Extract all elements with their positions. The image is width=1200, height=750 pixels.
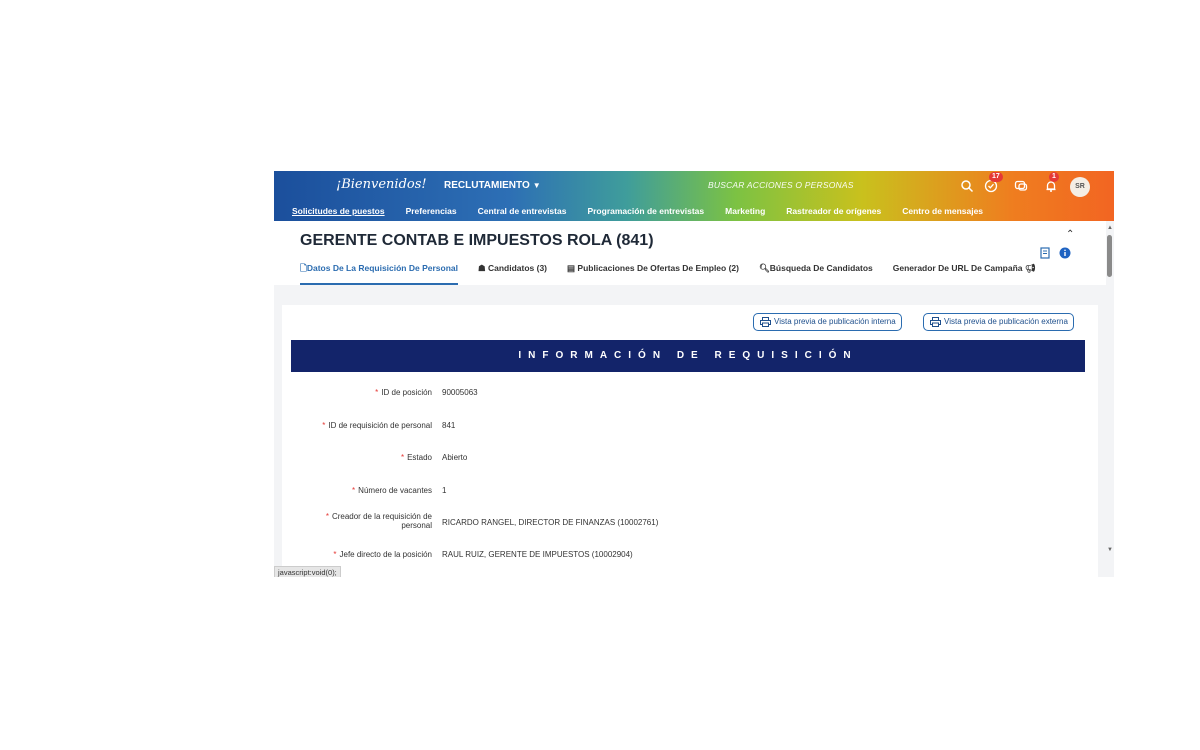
tab-datos-requisicion[interactable]: 🗋Datos De La Requisición De Personal xyxy=(300,263,458,285)
button-label: Vista previa de publicación interna xyxy=(774,317,896,326)
todo-badge: 17 xyxy=(989,172,1003,182)
tab-label: Búsqueda De Candidatos xyxy=(769,263,873,273)
app-window: ¡Bienvenidos! RECLUTAMIENTO ▼ BUSCAR ACCI… xyxy=(274,171,1114,577)
printer-icon xyxy=(930,317,941,327)
tab-generador-url[interactable]: Generador De URL De Campaña 📢︎ xyxy=(893,263,1036,280)
search-icon[interactable] xyxy=(960,179,976,195)
scroll-down-icon[interactable]: ▼ xyxy=(1107,547,1113,553)
megaphone-icon: 📢︎ xyxy=(1022,263,1036,273)
chat-icon[interactable] xyxy=(1014,179,1030,195)
bell-icon[interactable]: 1 xyxy=(1044,172,1060,195)
trash-icon: ▤ xyxy=(567,263,578,273)
notifications-badge: 1 xyxy=(1049,172,1059,182)
field-label: * Creador de la requisición de personal xyxy=(325,512,432,530)
tab-label: Candidatos (3) xyxy=(487,263,548,273)
page-title: GERENTE CONTAB E IMPUESTOS ROLA (841) xyxy=(300,232,654,249)
nav-item-programacion[interactable]: Programación de entrevistas xyxy=(587,206,704,216)
field-label: * Jefe directo de la posición xyxy=(333,550,432,559)
field-value: 1 xyxy=(442,486,447,495)
tab-label: Datos De La Requisición De Personal xyxy=(306,263,458,273)
tab-busqueda[interactable]: 🔍︎Búsqueda De Candidatos xyxy=(759,263,873,280)
field-value: RAUL RUIZ, GERENTE DE IMPUESTOS (1000290… xyxy=(442,550,633,559)
collapse-icon[interactable]: ⌃ xyxy=(1066,229,1074,240)
field-label: * Número de vacantes xyxy=(352,486,432,495)
module-switcher[interactable]: RECLUTAMIENTO ▼ xyxy=(444,180,541,191)
todo-icon[interactable]: 17 xyxy=(984,172,1003,195)
tab-candidatos[interactable]: ☗ Candidatos (3) xyxy=(478,263,547,280)
nav-item-rastreador[interactable]: Rastreador de orígenes xyxy=(786,206,881,216)
people-icon: ☗ xyxy=(478,263,488,273)
field-value: 841 xyxy=(442,421,456,430)
module-label: RECLUTAMIENTO xyxy=(444,180,530,191)
nav-item-central-entrevistas[interactable]: Central de entrevistas xyxy=(478,206,567,216)
document-icon[interactable] xyxy=(1039,247,1051,259)
search-icon: 🔍︎ xyxy=(758,263,770,273)
tab-bar: 🗋Datos De La Requisición De Personal ☗ Ca… xyxy=(300,263,1056,285)
external-preview-button[interactable]: Vista previa de publicación externa xyxy=(923,313,1074,331)
logo: ¡Bienvenidos! xyxy=(336,177,427,192)
top-header: ¡Bienvenidos! RECLUTAMIENTO ▼ BUSCAR ACCI… xyxy=(274,171,1114,221)
button-label: Vista previa de publicación externa xyxy=(944,317,1068,326)
main-nav: Solicitudes de puestos Preferencias Centra… xyxy=(292,206,1004,216)
chevron-down-icon: ▼ xyxy=(532,181,541,190)
nav-item-marketing[interactable]: Marketing xyxy=(725,206,765,216)
section-banner: INFORMACIÓN DE REQUISICIÓN xyxy=(291,340,1085,372)
field-value: 90005063 xyxy=(442,388,478,397)
requisition-panel: Vista previa de publicación interna Vist… xyxy=(282,305,1098,577)
scroll-up-icon[interactable]: ▲ xyxy=(1107,225,1113,231)
field-label: * Estado xyxy=(400,453,432,462)
tab-label: Generador De URL De Campaña xyxy=(892,263,1023,273)
search-input[interactable]: BUSCAR ACCIONES O PERSONAS xyxy=(708,180,854,190)
nav-item-solicitudes[interactable]: Solicitudes de puestos xyxy=(292,206,385,216)
field-value: RICARDO RANGEL, DIRECTOR DE FINANZAS (10… xyxy=(442,518,659,527)
nav-item-preferencias[interactable]: Preferencias xyxy=(406,206,457,216)
page-header: GERENTE CONTAB E IMPUESTOS ROLA (841) ⌃ … xyxy=(274,221,1106,285)
document-icon: 🗋 xyxy=(300,263,307,273)
field-label: * ID de posición xyxy=(375,388,432,397)
info-icon[interactable] xyxy=(1059,247,1071,259)
field-label: * ID de requisición de personal xyxy=(322,421,432,430)
tab-publicaciones[interactable]: ▤ Publicaciones De Ofertas De Empleo (2) xyxy=(567,263,739,280)
status-bar: javascript:void(0); xyxy=(274,566,341,577)
tab-label: Publicaciones De Ofertas De Empleo (2) xyxy=(577,263,739,273)
field-value: Abierto xyxy=(442,453,468,462)
nav-item-centro-mensajes[interactable]: Centro de mensajes xyxy=(902,206,983,216)
internal-preview-button[interactable]: Vista previa de publicación interna xyxy=(753,313,902,331)
avatar[interactable]: SR xyxy=(1070,177,1090,197)
printer-icon xyxy=(760,317,771,327)
scrollbar-thumb[interactable] xyxy=(1107,235,1112,277)
